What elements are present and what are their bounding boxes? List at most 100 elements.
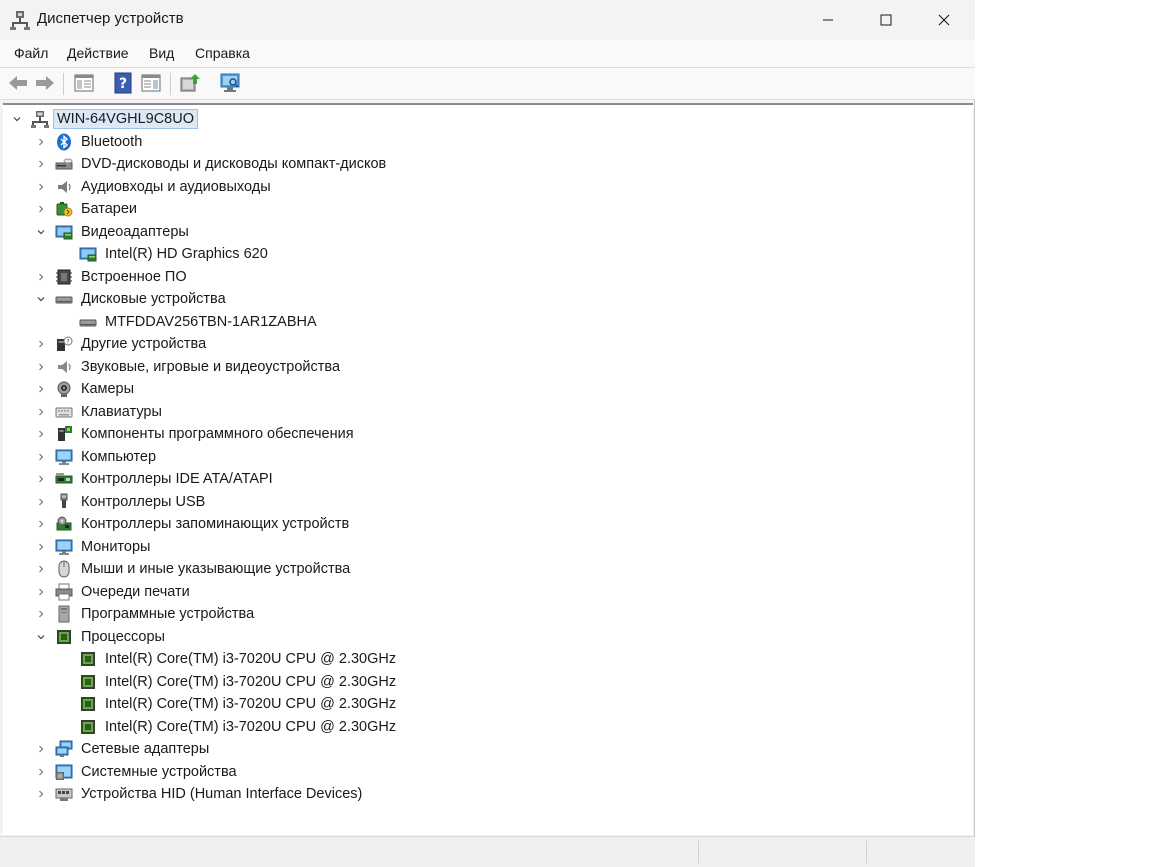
menu-view[interactable]: Вид (149, 45, 174, 61)
tree-category-label: Встроенное ПО (81, 268, 187, 285)
chevron-right-icon[interactable] (35, 451, 47, 463)
chevron-down-icon[interactable] (35, 631, 47, 643)
tree-device-label: Intel(R) Core(TM) i3-7020U CPU @ 2.30GHz (105, 696, 397, 712)
tree-category-label: Контроллеры USB (81, 493, 206, 510)
chevron-down-icon[interactable] (35, 226, 47, 238)
tree-category[interactable]: Процессоры (3, 626, 963, 648)
tree-device-label: Intel(R) HD Graphics 620 (105, 246, 268, 262)
chevron-right-icon[interactable] (35, 338, 47, 350)
close-button[interactable] (915, 0, 973, 40)
chevron-right-icon[interactable] (35, 608, 47, 620)
tree-category[interactable]: Компьютер (3, 446, 963, 468)
tree-device[interactable]: Intel(R) HD Graphics 620 (3, 243, 963, 265)
tree-category[interactable]: Устройства HID (Human Interface Devices) (3, 783, 963, 805)
tree-category[interactable]: Батареи (3, 198, 963, 220)
tree-device[interactable]: Intel(R) Core(TM) i3-7020U CPU @ 2.30GHz (3, 693, 963, 715)
chevron-right-icon[interactable] (35, 586, 47, 598)
tree-category[interactable]: Компоненты программного обеспечения (3, 423, 963, 445)
tree-category[interactable]: Клавиатуры (3, 401, 963, 423)
computer-network-icon (31, 111, 49, 128)
chevron-down-icon[interactable] (11, 113, 23, 125)
tree-device[interactable]: Intel(R) Core(TM) i3-7020U CPU @ 2.30GHz (3, 648, 963, 670)
chevron-right-icon[interactable] (35, 496, 47, 508)
scan-hardware-icon[interactable] (218, 71, 242, 95)
bluetooth-icon (57, 133, 71, 150)
chevron-right-icon[interactable] (35, 383, 47, 395)
tree-category[interactable]: Очереди печати (3, 581, 963, 603)
tree-category[interactable]: Контроллеры USB (3, 491, 963, 513)
toolbar: ? (0, 68, 975, 100)
chevron-right-icon[interactable] (35, 428, 47, 440)
tree-category-label: Клавиатуры (81, 403, 162, 420)
tree-category[interactable]: Видеоадаптеры (3, 221, 963, 243)
tree-category[interactable]: Программные устройства (3, 603, 963, 625)
svg-text:?: ? (119, 76, 127, 92)
tree-device-label: MTFDDAV256TBN-1AR1ZABHA (105, 313, 317, 330)
chevron-right-icon[interactable] (35, 766, 47, 778)
tree-category[interactable]: Bluetooth (3, 131, 963, 153)
chevron-right-icon[interactable] (35, 181, 47, 193)
tree-device-label: Intel(R) Core(TM) i3-7020U CPU @ 2.30GHz (105, 718, 397, 735)
monitor-icon (55, 539, 73, 555)
tree-category[interactable]: Мониторы (3, 536, 963, 558)
tree-device[interactable]: MTFDDAV256TBN-1AR1ZABHA (3, 311, 963, 333)
display-adapter-icon (79, 247, 97, 262)
tree-category-label: Мыши и иные указывающие устройства (81, 561, 351, 577)
update-driver-icon[interactable] (178, 71, 202, 95)
tree-category[interactable]: Камеры (3, 378, 963, 400)
chevron-right-icon[interactable] (35, 361, 47, 373)
tree-category[interactable]: Системные устройства (3, 761, 963, 783)
back-icon[interactable] (6, 71, 30, 95)
tree-category[interactable]: Контроллеры запоминающих устройств (3, 513, 963, 535)
tree-category-label: Программные устройства (81, 606, 255, 622)
chevron-right-icon[interactable] (35, 473, 47, 485)
tree-category[interactable]: DVD-дисководы и дисководы компакт-дисков (3, 153, 963, 175)
tree-category[interactable]: Встроенное ПО (3, 266, 963, 288)
tree-category-label: Контроллеры IDE ATA/ATAPI (81, 471, 273, 487)
chevron-right-icon[interactable] (35, 743, 47, 755)
menu-help[interactable]: Справка (195, 45, 250, 61)
chevron-right-icon[interactable] (35, 406, 47, 418)
tree-category-label: Другие устройства (81, 336, 207, 352)
chevron-down-icon[interactable] (35, 293, 47, 305)
help-icon[interactable]: ? (111, 71, 135, 95)
tree-category[interactable]: Звуковые, игровые и видеоустройства (3, 356, 963, 378)
tree-category-label: Контроллеры запоминающих устройств (81, 516, 350, 532)
chevron-right-icon[interactable] (35, 136, 47, 148)
chevron-right-icon[interactable] (35, 158, 47, 170)
tree-category-label: DVD-дисководы и дисководы компакт-дисков (81, 156, 387, 172)
tree-category-label: Компьютер (81, 448, 157, 465)
hid-icon (55, 788, 73, 801)
chevron-right-icon[interactable] (35, 518, 47, 530)
chevron-right-icon[interactable] (35, 203, 47, 215)
chevron-right-icon[interactable] (35, 563, 47, 575)
view-pane-icon[interactable] (139, 71, 163, 95)
usb-icon (60, 493, 68, 508)
device-tree[interactable]: WIN-64VGHL9C8UO Bluetooth DVD-дисководы и … (3, 103, 973, 835)
tree-category[interactable]: Аудиовходы и аудиовыходы (3, 176, 963, 198)
menu-action[interactable]: Действие (67, 45, 129, 61)
device-manager-icon (10, 11, 30, 30)
maximize-button[interactable] (857, 0, 915, 40)
tree-device[interactable]: Intel(R) Core(TM) i3-7020U CPU @ 2.30GHz (3, 716, 963, 738)
tree-category[interactable]: Мыши и иные указывающие устройства (3, 558, 963, 580)
chevron-right-icon[interactable] (35, 541, 47, 553)
tree-category-label: Bluetooth (81, 133, 143, 150)
tree-category[interactable]: ? Другие устройства (3, 333, 963, 355)
properties-pane-icon[interactable] (72, 71, 96, 95)
tree-root-node[interactable]: WIN-64VGHL9C8UO (3, 108, 963, 130)
tree-category[interactable]: Дисковые устройства (3, 288, 963, 310)
minimize-button[interactable] (799, 0, 857, 40)
disk-drive-icon (55, 296, 73, 304)
menu-file[interactable]: Файл (14, 45, 48, 61)
chevron-right-icon[interactable] (35, 788, 47, 800)
tree-category[interactable]: Сетевые адаптеры (3, 738, 963, 760)
processor-icon (81, 719, 95, 734)
tree-device[interactable]: Intel(R) Core(TM) i3-7020U CPU @ 2.30GHz (3, 671, 963, 693)
close-icon (938, 14, 950, 26)
printer-icon (55, 583, 73, 600)
tree-category[interactable]: Контроллеры IDE ATA/ATAPI (3, 468, 963, 490)
forward-icon[interactable] (33, 71, 57, 95)
title-bar[interactable]: Диспетчер устройств (0, 0, 975, 40)
chevron-right-icon[interactable] (35, 271, 47, 283)
